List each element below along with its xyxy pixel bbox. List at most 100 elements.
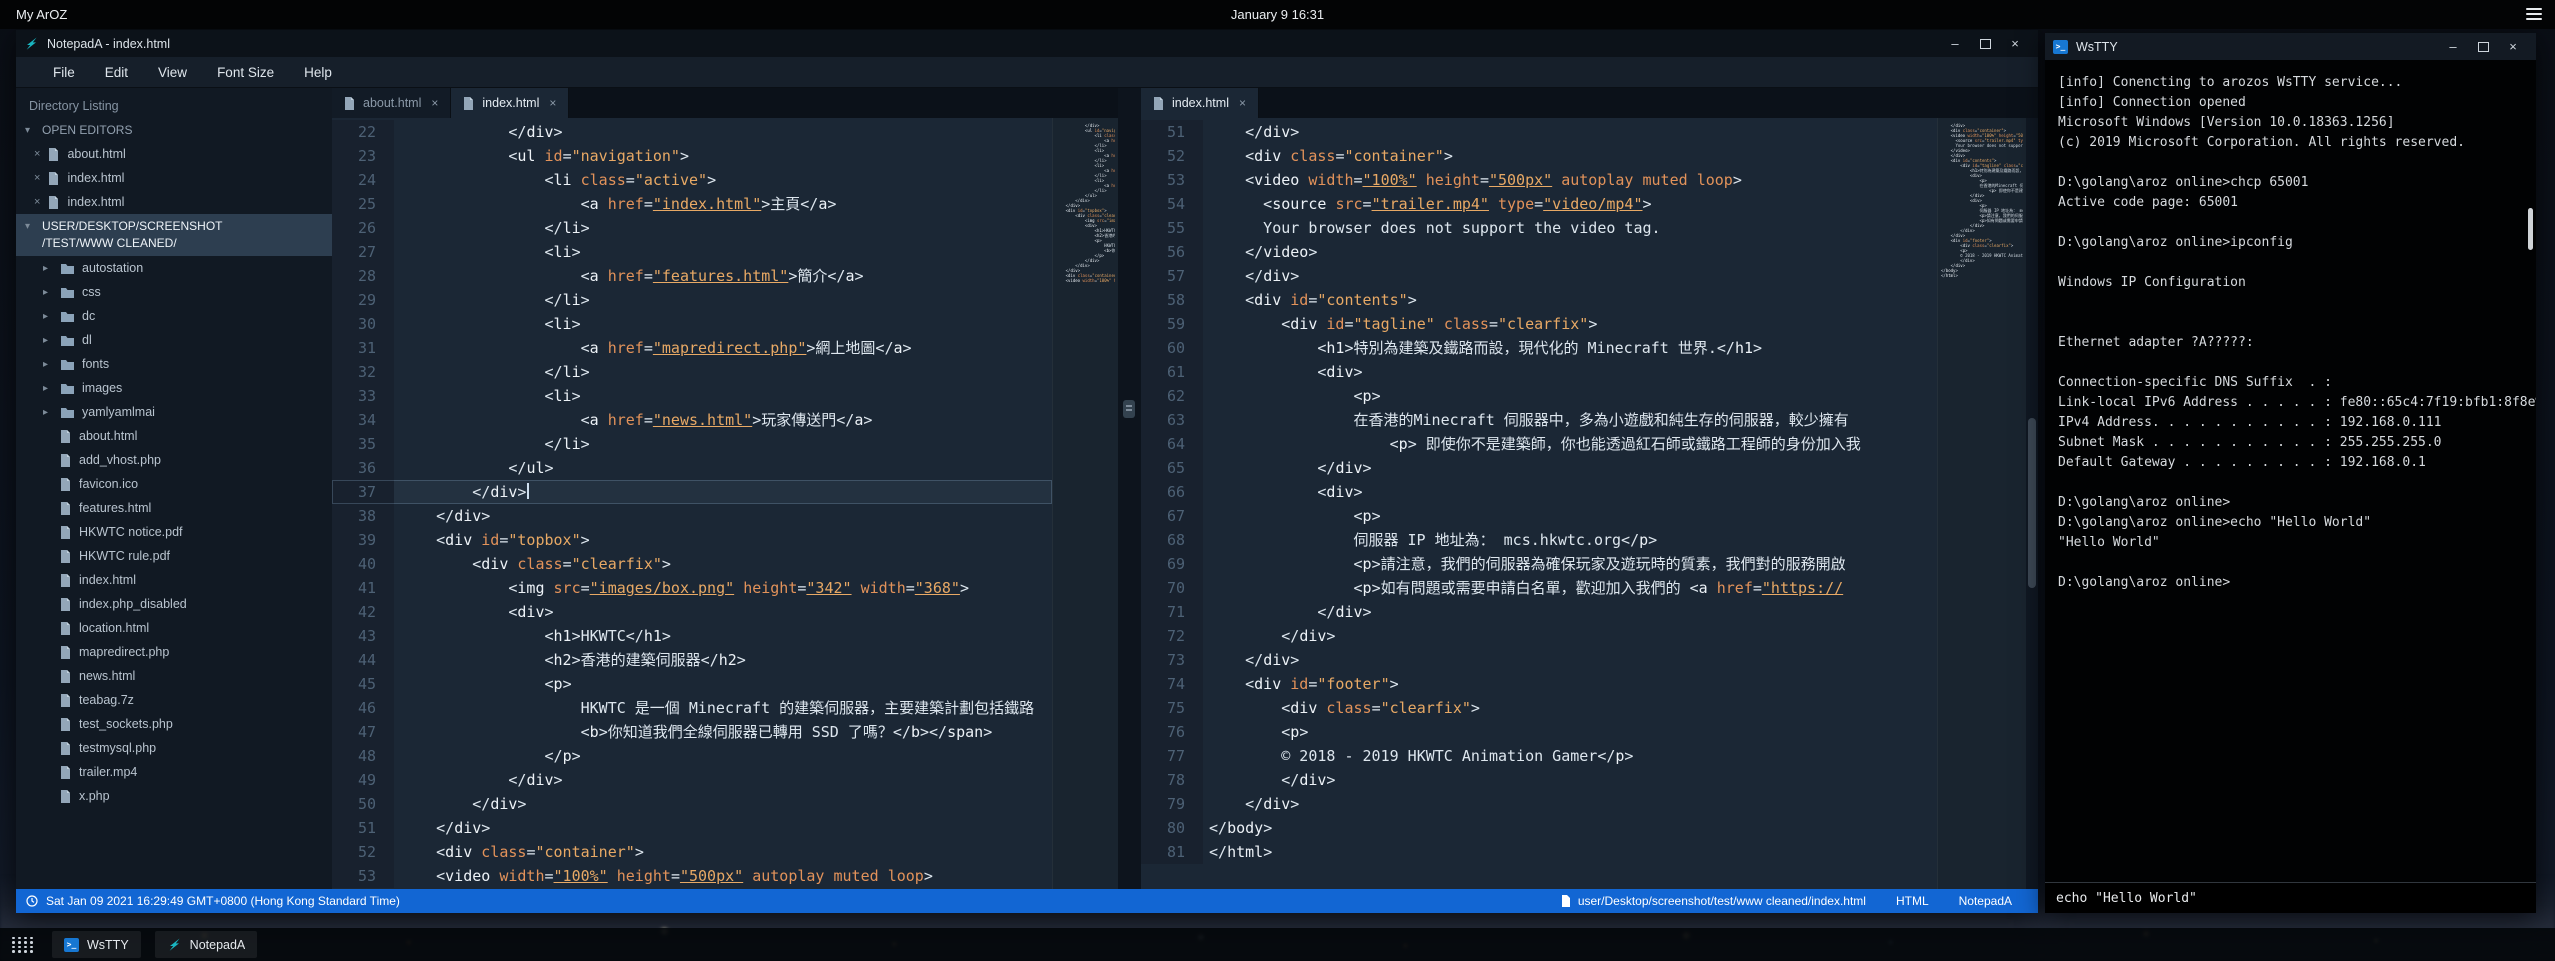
sidebar-folder-fonts[interactable]: ▸ fonts bbox=[16, 352, 332, 376]
code-line-76[interactable]: 76 <p> bbox=[1141, 720, 1937, 744]
splitter-grip-icon[interactable] bbox=[1123, 400, 1135, 418]
code-line-75[interactable]: 75 <div class="clearfix"> bbox=[1141, 696, 1937, 720]
maximize-button[interactable] bbox=[1970, 30, 2000, 57]
sidebar-folder-images[interactable]: ▸ images bbox=[16, 376, 332, 400]
code-line-72[interactable]: 72 </div> bbox=[1141, 624, 1937, 648]
open-editors-section[interactable]: ▾ OPEN EDITORS bbox=[16, 118, 332, 142]
wstty-titlebar[interactable]: >_ WsTTY – × bbox=[2045, 33, 2536, 60]
code-line-77[interactable]: 77 © 2018 - 2019 HKWTC Animation Gamer</… bbox=[1141, 744, 1937, 768]
code-line-23[interactable]: 23 <ul id="navigation"> bbox=[332, 144, 1052, 168]
code-line-66[interactable]: 66 <div> bbox=[1141, 480, 1937, 504]
code-line-78[interactable]: 78 </div> bbox=[1141, 768, 1937, 792]
code-line-32[interactable]: 32 </li> bbox=[332, 360, 1052, 384]
open-editor-about-html[interactable]: × about.html bbox=[16, 142, 332, 166]
sidebar-file-mapredirect-php[interactable]: mapredirect.php bbox=[16, 640, 332, 664]
code-line-37[interactable]: 37 </div> bbox=[332, 480, 1052, 504]
close-button[interactable]: × bbox=[2000, 30, 2030, 57]
code-line-63[interactable]: 63 在香港的Minecraft 伺服器中，多為小遊戲和純生存的伺服器，較少擁有 bbox=[1141, 408, 1937, 432]
sidebar-file-trailer-mp4[interactable]: trailer.mp4 bbox=[16, 760, 332, 784]
code-editor-pane1[interactable]: 22 </div> 23 <ul id="navigation"> 24 <li… bbox=[332, 118, 1052, 889]
open-editor-index-html[interactable]: × index.html bbox=[16, 166, 332, 190]
code-line-79[interactable]: 79 </div> bbox=[1141, 792, 1937, 816]
code-line-68[interactable]: 68 伺服器 IP 地址為： mcs.hkwtc.org</p> bbox=[1141, 528, 1937, 552]
terminal-input[interactable]: echo "Hello World" bbox=[2045, 882, 2536, 913]
code-line-51[interactable]: 51 </div> bbox=[332, 816, 1052, 840]
close-icon[interactable]: × bbox=[34, 196, 40, 208]
menu-edit[interactable]: Edit bbox=[90, 57, 143, 87]
notepad-titlebar[interactable]: NotepadA - index.html – × bbox=[16, 30, 2038, 57]
code-line-57[interactable]: 57 </div> bbox=[1141, 264, 1937, 288]
menu-help[interactable]: Help bbox=[289, 57, 347, 87]
code-line-73[interactable]: 73 </div> bbox=[1141, 648, 1937, 672]
code-line-34[interactable]: 34 <a href="news.html">玩家傳送門</a> bbox=[332, 408, 1052, 432]
code-line-54[interactable]: 54 <source src="trailer.mp4" type="video… bbox=[1141, 192, 1937, 216]
code-line-64[interactable]: 64 <p> 即使你不是建築師，你也能透過紅石師或鐵路工程師的身份加入我 bbox=[1141, 432, 1937, 456]
code-line-42[interactable]: 42 <div> bbox=[332, 600, 1052, 624]
sidebar-folder-dl[interactable]: ▸ dl bbox=[16, 328, 332, 352]
code-line-71[interactable]: 71 </div> bbox=[1141, 600, 1937, 624]
sidebar-folder-autostation[interactable]: ▸ autostation bbox=[16, 256, 332, 280]
tab-index-html[interactable]: index.html × bbox=[451, 88, 569, 118]
editor-scrollbar[interactable] bbox=[2026, 118, 2038, 889]
menu-view[interactable]: View bbox=[143, 57, 202, 87]
minimize-button[interactable]: – bbox=[1940, 30, 1970, 57]
menu-font-size[interactable]: Font Size bbox=[202, 57, 289, 87]
code-line-56[interactable]: 56 </video> bbox=[1141, 240, 1937, 264]
aroz-menu[interactable]: My ArOZ bbox=[0, 7, 67, 22]
code-line-22[interactable]: 22 </div> bbox=[332, 120, 1052, 144]
sidebar-file-features-html[interactable]: features.html bbox=[16, 496, 332, 520]
minimap-pane1[interactable]: </div> <ul id="navigation"> <li class="a… bbox=[1052, 118, 1118, 889]
code-line-44[interactable]: 44 <h2>香港的建築伺服器</h2> bbox=[332, 648, 1052, 672]
open-editor-index-html[interactable]: × index.html bbox=[16, 190, 332, 214]
sidebar-file-news-html[interactable]: news.html bbox=[16, 664, 332, 688]
code-line-48[interactable]: 48 </p> bbox=[332, 744, 1052, 768]
sidebar-folder-css[interactable]: ▸ css bbox=[16, 280, 332, 304]
code-line-35[interactable]: 35 </li> bbox=[332, 432, 1052, 456]
code-line-50[interactable]: 50 </div> bbox=[332, 792, 1052, 816]
code-line-47[interactable]: 47 <b>你知道我們全線伺服器已轉用 SSD 了嗎？</b></span> bbox=[332, 720, 1052, 744]
code-line-36[interactable]: 36 </ul> bbox=[332, 456, 1052, 480]
code-line-43[interactable]: 43 <h1>HKWTC</h1> bbox=[332, 624, 1052, 648]
code-line-74[interactable]: 74 <div id="footer"> bbox=[1141, 672, 1937, 696]
minimize-button[interactable]: – bbox=[2438, 33, 2468, 60]
sidebar-file-teabag-7z[interactable]: teabag.7z bbox=[16, 688, 332, 712]
code-line-58[interactable]: 58 <div id="contents"> bbox=[1141, 288, 1937, 312]
code-line-62[interactable]: 62 <p> bbox=[1141, 384, 1937, 408]
sidebar-file-favicon-ico[interactable]: favicon.ico bbox=[16, 472, 332, 496]
code-line-67[interactable]: 67 <p> bbox=[1141, 504, 1937, 528]
sidebar-file-about-html[interactable]: about.html bbox=[16, 424, 332, 448]
sidebar-item-root-folder[interactable]: ▾ USER/DESKTOP/SCREENSHOT /TEST/WWW CLEA… bbox=[16, 214, 332, 256]
code-editor-pane2[interactable]: 51 </div> 52 <div class="container"> 53 … bbox=[1141, 118, 1937, 889]
sidebar-file-index-html[interactable]: index.html bbox=[16, 568, 332, 592]
code-line-53[interactable]: 53 <video width="100%" height="500px" au… bbox=[1141, 168, 1937, 192]
close-icon[interactable]: × bbox=[549, 96, 556, 110]
sidebar-file-x-php[interactable]: x.php bbox=[16, 784, 332, 808]
code-line-59[interactable]: 59 <div id="tagline" class="clearfix"> bbox=[1141, 312, 1937, 336]
close-icon[interactable]: × bbox=[1239, 96, 1246, 110]
code-line-40[interactable]: 40 <div class="clearfix"> bbox=[332, 552, 1052, 576]
code-line-60[interactable]: 60 <h1>特別為建築及鐵路而設，現代化的 Minecraft 世界.</h1… bbox=[1141, 336, 1937, 360]
code-line-25[interactable]: 25 <a href="index.html">主頁</a> bbox=[332, 192, 1052, 216]
sidebar-file-add-vhost-php[interactable]: add_vhost.php bbox=[16, 448, 332, 472]
code-line-52[interactable]: 52 <div class="container"> bbox=[332, 840, 1052, 864]
code-line-27[interactable]: 27 <li> bbox=[332, 240, 1052, 264]
code-line-81[interactable]: 81</html> bbox=[1141, 840, 1937, 864]
sidebar-file-testmysql-php[interactable]: testmysql.php bbox=[16, 736, 332, 760]
code-line-29[interactable]: 29 </li> bbox=[332, 288, 1052, 312]
code-line-70[interactable]: 70 <p>如有問題或需要申請白名單，歡迎加入我們的 <a href="http… bbox=[1141, 576, 1937, 600]
code-line-31[interactable]: 31 <a href="mapredirect.php">網上地圖</a> bbox=[332, 336, 1052, 360]
code-line-53[interactable]: 53 <video width="100%" height="500px" au… bbox=[332, 864, 1052, 888]
terminal-scrollbar-thumb[interactable] bbox=[2528, 208, 2533, 250]
sidebar-file-hkwtc-rule-pdf[interactable]: HKWTC rule.pdf bbox=[16, 544, 332, 568]
code-line-55[interactable]: 55 Your browser does not support the vid… bbox=[1141, 216, 1937, 240]
start-menu-button[interactable] bbox=[6, 928, 40, 961]
code-line-51[interactable]: 51 </div> bbox=[1141, 120, 1937, 144]
code-line-61[interactable]: 61 <div> bbox=[1141, 360, 1937, 384]
close-icon[interactable]: × bbox=[34, 148, 40, 160]
code-line-41[interactable]: 41 <img src="images/box.png" height="342… bbox=[332, 576, 1052, 600]
code-line-45[interactable]: 45 <p> bbox=[332, 672, 1052, 696]
code-line-39[interactable]: 39 <div id="topbox"> bbox=[332, 528, 1052, 552]
close-icon[interactable]: × bbox=[34, 172, 40, 184]
sidebar-file-test-sockets-php[interactable]: test_sockets.php bbox=[16, 712, 332, 736]
code-line-46[interactable]: 46 HKWTC 是一個 Minecraft 的建築伺服器，主要建築計劃包括鐵路 bbox=[332, 696, 1052, 720]
